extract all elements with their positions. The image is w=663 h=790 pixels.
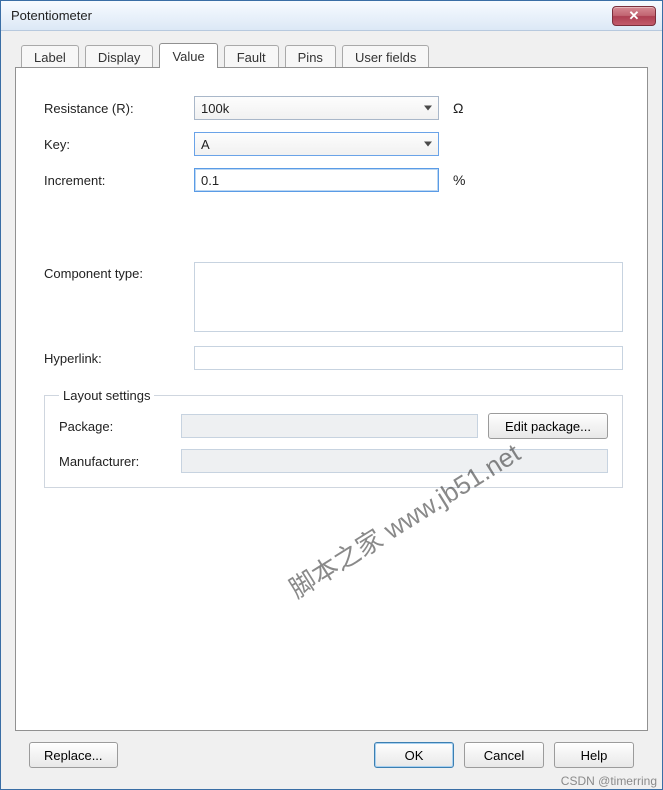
resistance-unit: Ω: [453, 100, 463, 116]
tab-panel-value: Resistance (R): 100k Ω Key: A Increment:…: [15, 67, 648, 731]
hyperlink-input[interactable]: [194, 346, 623, 370]
manufacturer-row: Manufacturer:: [59, 449, 608, 473]
help-button[interactable]: Help: [554, 742, 634, 768]
window-title: Potentiometer: [7, 8, 612, 23]
cancel-button[interactable]: Cancel: [464, 742, 544, 768]
key-row: Key: A: [44, 132, 623, 156]
close-icon: ✕: [629, 8, 640, 24]
component-type-label: Component type:: [44, 262, 194, 332]
edit-package-button[interactable]: Edit package...: [488, 413, 608, 439]
tab-user-fields[interactable]: User fields: [342, 45, 429, 68]
titlebar: Potentiometer ✕: [1, 1, 662, 31]
layout-settings-legend: Layout settings: [59, 388, 154, 403]
increment-input[interactable]: 0.1: [194, 168, 439, 192]
close-button[interactable]: ✕: [612, 6, 656, 26]
increment-row: Increment: 0.1 %: [44, 168, 623, 192]
tab-value[interactable]: Value: [159, 43, 217, 68]
chevron-down-icon: [424, 142, 432, 147]
resistance-label: Resistance (R):: [44, 101, 194, 116]
manufacturer-field: [181, 449, 608, 473]
tab-fault[interactable]: Fault: [224, 45, 279, 68]
package-row: Package: Edit package...: [59, 413, 608, 439]
package-field: [181, 414, 478, 438]
resistance-value: 100k: [201, 101, 229, 116]
increment-value: 0.1: [201, 173, 219, 188]
resistance-row: Resistance (R): 100k Ω: [44, 96, 623, 120]
hyperlink-label: Hyperlink:: [44, 351, 194, 366]
manufacturer-label: Manufacturer:: [59, 454, 181, 469]
key-value: A: [201, 137, 210, 152]
ok-button[interactable]: OK: [374, 742, 454, 768]
tab-label[interactable]: Label: [21, 45, 79, 68]
package-label: Package:: [59, 419, 181, 434]
tab-pins[interactable]: Pins: [285, 45, 336, 68]
increment-unit: %: [453, 172, 465, 188]
increment-label: Increment:: [44, 173, 194, 188]
resistance-combo[interactable]: 100k: [194, 96, 439, 120]
tab-strip: Label Display Value Fault Pins User fiel…: [15, 41, 648, 67]
replace-button[interactable]: Replace...: [29, 742, 118, 768]
component-type-input[interactable]: [194, 262, 623, 332]
hyperlink-row: Hyperlink:: [44, 346, 623, 370]
layout-settings-group: Layout settings Package: Edit package...…: [44, 388, 623, 488]
chevron-down-icon: [424, 106, 432, 111]
key-label: Key:: [44, 137, 194, 152]
dialog-window: Potentiometer ✕ Label Display Value Faul…: [0, 0, 663, 790]
key-combo[interactable]: A: [194, 132, 439, 156]
dialog-footer: Replace... OK Cancel Help: [15, 731, 648, 779]
spacer: [44, 204, 623, 262]
tab-display[interactable]: Display: [85, 45, 154, 68]
component-type-row: Component type:: [44, 262, 623, 332]
client-area: Label Display Value Fault Pins User fiel…: [1, 31, 662, 789]
